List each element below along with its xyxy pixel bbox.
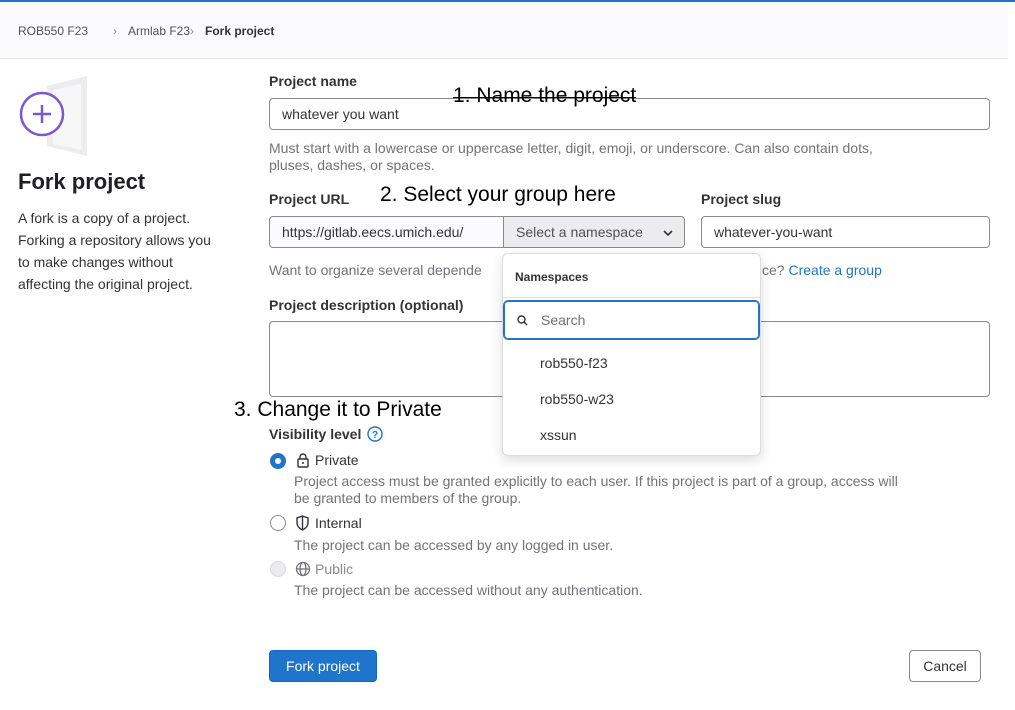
breadcrumb-item-current[interactable]: Fork project	[205, 24, 274, 38]
visibility-level-label: Visibility level ?	[269, 426, 383, 442]
namespace-option[interactable]: rob550-w23	[540, 391, 614, 407]
namespace-dropdown: Namespaces Search rob550-f23 rob550-w23 …	[502, 253, 761, 456]
visibility-internal-radio[interactable]	[270, 515, 286, 531]
project-url-label: Project URL	[269, 191, 350, 207]
project-name-help-line: Must start with a lowercase or uppercase…	[269, 140, 873, 156]
sidebar-description-line: affecting the original project.	[18, 276, 193, 292]
sidebar-description-line: Forking a repository allows you	[18, 232, 211, 248]
breadcrumb-item-project[interactable]: Armlab F23	[128, 24, 190, 38]
namespace-option[interactable]: rob550-f23	[540, 355, 608, 371]
annotation-step-2: 2. Select your group here	[380, 183, 616, 206]
globe-icon	[295, 561, 311, 577]
project-name-label: Project name	[269, 73, 357, 89]
fork-plus-illustration-icon	[19, 76, 87, 156]
project-slug-input[interactable]: whatever-you-want	[701, 216, 990, 248]
search-icon	[517, 315, 528, 326]
visibility-internal-label[interactable]: Internal	[315, 515, 362, 531]
lock-icon	[297, 453, 309, 468]
chevron-down-icon	[663, 230, 673, 237]
namespace-select-button[interactable]: Select a namespace	[503, 216, 685, 248]
annotation-step-3: 3. Change it to Private	[234, 398, 442, 421]
organize-help-end-text: ce?	[762, 262, 785, 278]
cancel-button[interactable]: Cancel	[909, 650, 981, 682]
project-url-prefix: https://gitlab.eecs.umich.edu/	[269, 216, 504, 248]
dropdown-divider	[503, 297, 760, 298]
namespace-search-placeholder: Search	[541, 312, 586, 328]
visibility-public-radio[interactable]	[270, 561, 286, 577]
namespace-option[interactable]: xssun	[540, 427, 577, 443]
project-description-label: Project description (optional)	[269, 297, 464, 313]
visibility-private-radio[interactable]	[270, 453, 286, 469]
svg-text:?: ?	[372, 430, 378, 441]
visibility-public-label: Public	[315, 561, 354, 577]
sidebar-description-line: A fork is a copy of a project.	[18, 210, 190, 226]
visibility-private-description: Project access must be granted explicitl…	[294, 473, 898, 507]
project-name-help: Must start with a lowercase or uppercase…	[269, 140, 873, 174]
help-circle-icon[interactable]: ?	[367, 426, 383, 442]
visibility-internal-description: The project can be accessed by any logge…	[294, 537, 614, 553]
namespace-select-label: Select a namespace	[516, 224, 643, 240]
namespace-dropdown-header: Namespaces	[515, 270, 589, 284]
sidebar-title: Fork project	[18, 169, 146, 194]
visibility-public-description: The project can be accessed without any …	[294, 582, 643, 598]
breadcrumb-separator: ›	[190, 24, 194, 38]
sidebar-description-line: to make changes without	[18, 254, 173, 270]
breadcrumb-item-group[interactable]: ROB550 F23	[18, 24, 88, 38]
annotation-strike-line	[453, 97, 637, 98]
project-name-help-line: pluses, dashes, or spaces.	[269, 157, 435, 173]
shield-icon	[296, 515, 309, 531]
fork-project-button[interactable]: Fork project	[269, 650, 377, 682]
breadcrumb: ROB550 F23 › Armlab F23 › Fork project	[0, 2, 1008, 59]
breadcrumb-separator: ›	[113, 24, 117, 38]
organize-help-end: ce? Create a group	[762, 262, 882, 279]
visibility-private-description-line: be granted to members of the group.	[294, 490, 522, 506]
visibility-private-label[interactable]: Private	[315, 452, 359, 468]
create-group-link[interactable]: Create a group	[788, 262, 881, 278]
sidebar-description: A fork is a copy of a project. Forking a…	[18, 207, 211, 295]
visibility-level-text: Visibility level	[269, 426, 362, 442]
visibility-private-description-line: Project access must be granted explicitl…	[294, 473, 898, 489]
organize-help-start: Want to organize several depende	[269, 262, 482, 278]
project-slug-label: Project slug	[701, 191, 782, 207]
namespace-search-input[interactable]: Search	[504, 301, 759, 339]
annotation-step-1: 1. Name the project	[453, 84, 637, 108]
annotation-step-1-text: 1. Name the project	[453, 84, 637, 107]
